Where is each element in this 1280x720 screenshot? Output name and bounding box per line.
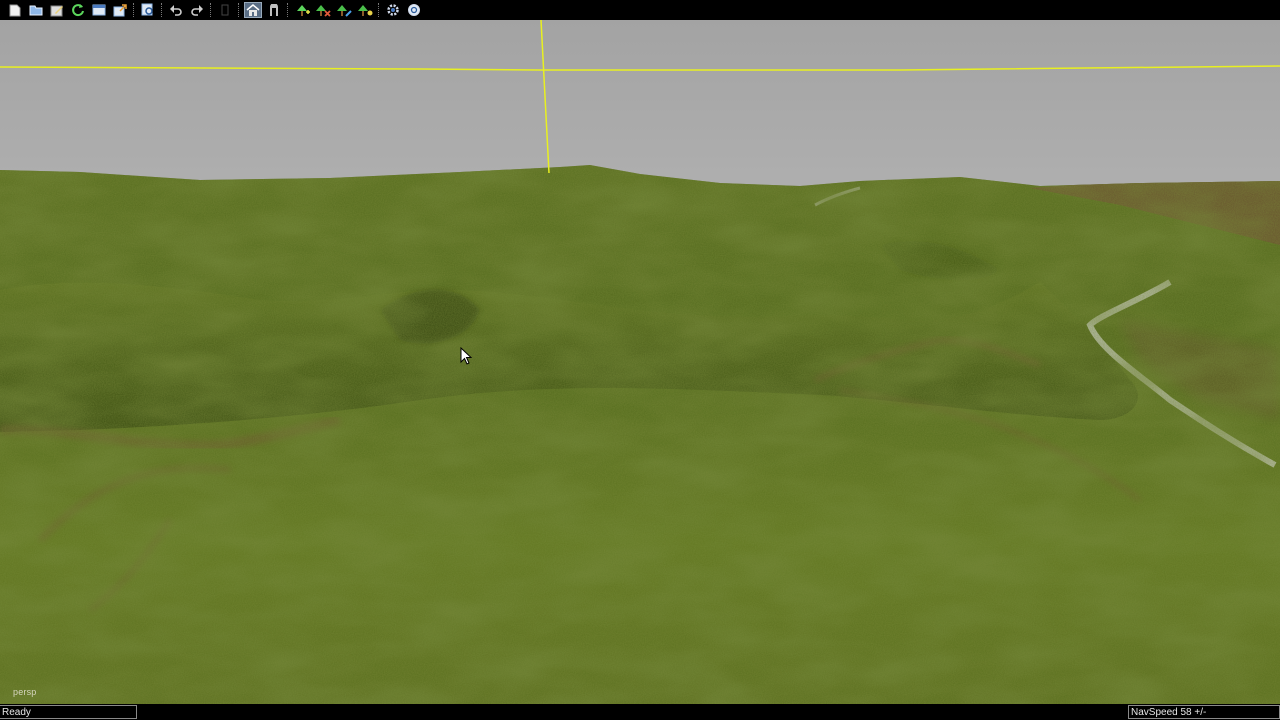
- terrain-scene: [0, 20, 1280, 704]
- tree-red-icon[interactable]: [314, 2, 332, 18]
- camera-label: persp: [13, 687, 37, 697]
- tree-add-icon[interactable]: [293, 2, 311, 18]
- window-icon[interactable]: [90, 2, 108, 18]
- new-document-icon[interactable]: [6, 2, 24, 18]
- undo-icon[interactable]: [167, 2, 185, 18]
- tree-yellow-icon[interactable]: [356, 2, 374, 18]
- refresh-icon[interactable]: [69, 2, 87, 18]
- tree-blue-icon[interactable]: [335, 2, 353, 18]
- bookmark-icon[interactable]: [265, 2, 283, 18]
- toolbar-separator: [238, 3, 241, 17]
- export-icon[interactable]: [111, 2, 129, 18]
- edit-icon[interactable]: [48, 2, 66, 18]
- toolbar-separator: [287, 3, 290, 17]
- status-bar: Ready NavSpeed 58 +/-: [0, 704, 1280, 720]
- nav-speed-indicator[interactable]: NavSpeed 58 +/-: [1128, 705, 1280, 719]
- search-icon[interactable]: [139, 2, 157, 18]
- redo-icon[interactable]: [188, 2, 206, 18]
- toolbar-separator: [210, 3, 213, 17]
- home-icon[interactable]: [244, 2, 262, 18]
- open-folder-icon[interactable]: [27, 2, 45, 18]
- 3d-viewport[interactable]: persp: [0, 20, 1280, 704]
- settings-icon[interactable]: [384, 2, 402, 18]
- disabled-icon: [216, 2, 234, 18]
- globe-settings-icon[interactable]: [405, 2, 423, 18]
- toolbar-separator: [378, 3, 381, 17]
- toolbar-separator: [133, 3, 136, 17]
- status-text: Ready: [0, 705, 137, 719]
- toolbar: [0, 0, 1280, 20]
- toolbar-separator: [161, 3, 164, 17]
- mouse-cursor-icon: [460, 347, 473, 365]
